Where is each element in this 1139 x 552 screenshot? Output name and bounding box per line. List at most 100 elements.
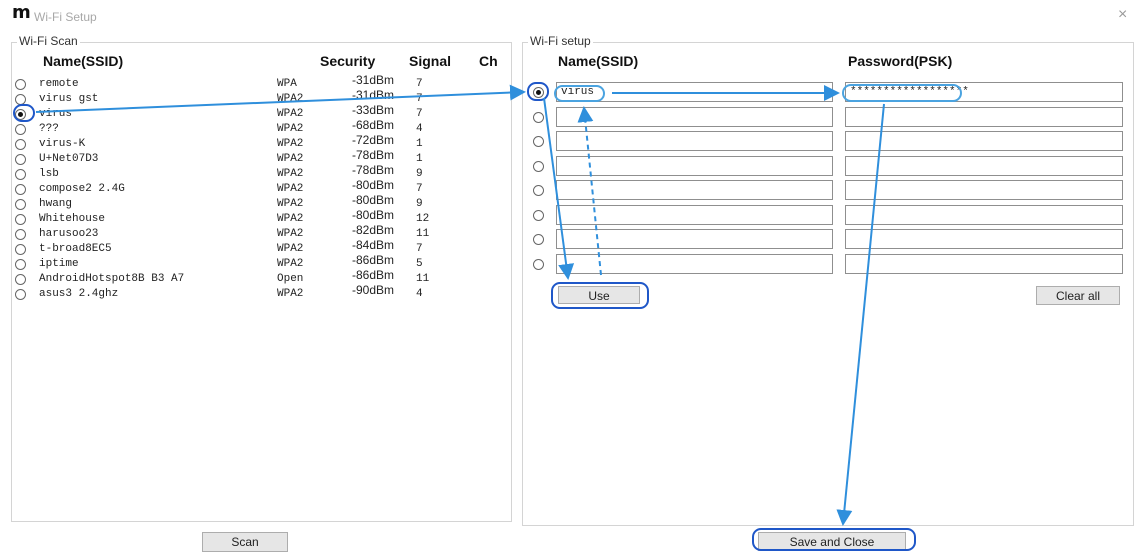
network-channel: 9 xyxy=(416,168,423,180)
scan-button[interactable]: Scan xyxy=(202,532,288,552)
network-ssid: AndroidHotspot8B B3 A7 xyxy=(39,273,185,285)
network-radio[interactable] xyxy=(15,244,26,255)
slot-radio[interactable] xyxy=(533,112,544,123)
slot-ssid-input[interactable] xyxy=(556,156,833,176)
network-ssid: ??? xyxy=(39,123,59,135)
network-channel: 5 xyxy=(416,258,423,270)
slot-ssid-input[interactable] xyxy=(556,254,833,274)
network-radio[interactable] xyxy=(15,154,26,165)
network-ssid: asus3 2.4ghz xyxy=(39,288,119,300)
network-security: WPA2 xyxy=(277,198,304,210)
highlight-slot-selection xyxy=(527,82,549,101)
network-row[interactable]: lsb WPA2 -78dBm 9 xyxy=(12,163,502,182)
slot-psk-input[interactable] xyxy=(845,254,1123,274)
network-signal: -86dBm xyxy=(352,253,395,267)
network-ssid: virus-K xyxy=(39,138,86,150)
slot-psk-input[interactable] xyxy=(845,205,1123,225)
window-title: Wi-Fi Setup xyxy=(34,10,97,24)
slot-ssid-input[interactable] xyxy=(556,180,833,200)
setup-header-password: Password(PSK) xyxy=(848,53,953,69)
network-signal: -31dBm xyxy=(352,88,395,102)
clear-all-button[interactable]: Clear all xyxy=(1036,286,1120,305)
highlight-slot-ssid xyxy=(554,85,605,102)
network-row[interactable]: virus gst WPA2 -31dBm 7 xyxy=(12,88,502,107)
network-channel: 4 xyxy=(416,123,423,135)
scan-header-name: Name(SSID) xyxy=(43,53,124,69)
slot-ssid-input[interactable] xyxy=(556,107,833,127)
network-channel: 9 xyxy=(416,198,423,210)
slot-radio[interactable] xyxy=(533,259,544,270)
network-security: WPA2 xyxy=(277,243,304,255)
network-radio[interactable] xyxy=(15,79,26,90)
network-ssid: lsb xyxy=(39,168,59,180)
network-radio[interactable] xyxy=(15,229,26,240)
slot-radio[interactable] xyxy=(533,234,544,245)
slot-radio[interactable] xyxy=(533,136,544,147)
network-security: WPA2 xyxy=(277,123,304,135)
network-signal: -80dBm xyxy=(352,193,395,207)
network-radio[interactable] xyxy=(15,124,26,135)
slot-psk-input[interactable] xyxy=(845,180,1123,200)
network-row[interactable]: hwang WPA2 -80dBm 9 xyxy=(12,193,502,212)
network-ssid: remote xyxy=(39,78,79,90)
network-radio[interactable] xyxy=(15,184,26,195)
network-channel: 1 xyxy=(416,138,423,150)
network-signal: -72dBm xyxy=(352,133,395,147)
close-icon[interactable]: × xyxy=(1118,6,1127,24)
slot-radio[interactable] xyxy=(533,161,544,172)
network-channel: 12 xyxy=(416,213,430,225)
network-row[interactable]: U+Net07D3 WPA2 -78dBm 1 xyxy=(12,148,502,167)
scan-header-security: Security xyxy=(320,53,376,69)
slot-radio[interactable] xyxy=(533,185,544,196)
network-row[interactable]: compose2 2.4G WPA2 -80dBm 7 xyxy=(12,178,502,197)
network-security: WPA2 xyxy=(277,258,304,270)
network-security: WPA2 xyxy=(277,288,304,300)
network-radio[interactable] xyxy=(15,259,26,270)
network-security: WPA2 xyxy=(277,168,304,180)
network-signal: -68dBm xyxy=(352,118,395,132)
network-signal: -31dBm xyxy=(352,73,395,87)
network-security: WPA2 xyxy=(277,93,304,105)
slot-ssid-input[interactable] xyxy=(556,205,833,225)
network-security: WPA2 xyxy=(277,138,304,150)
slot-radio[interactable] xyxy=(533,210,544,221)
network-radio[interactable] xyxy=(15,169,26,180)
network-row[interactable]: asus3 2.4ghz WPA2 -90dBm 4 xyxy=(12,283,502,302)
network-radio[interactable] xyxy=(15,199,26,210)
network-channel: 11 xyxy=(416,273,430,285)
network-row[interactable]: Whitehouse WPA2 -80dBm 12 xyxy=(12,208,502,227)
network-radio[interactable] xyxy=(15,214,26,225)
network-radio[interactable] xyxy=(15,139,26,150)
network-ssid: virus xyxy=(39,108,73,120)
slot-ssid-input[interactable] xyxy=(556,131,833,151)
highlight-save-and-close xyxy=(752,528,916,551)
network-security: WPA2 xyxy=(277,108,304,120)
network-ssid: U+Net07D3 xyxy=(39,153,99,165)
network-row[interactable]: iptime WPA2 -86dBm 5 xyxy=(12,253,502,272)
slot-psk-input[interactable] xyxy=(845,156,1123,176)
slot-psk-input[interactable] xyxy=(845,131,1123,151)
highlight-use-button xyxy=(551,282,649,309)
network-row[interactable]: ??? WPA2 -68dBm 4 xyxy=(12,118,502,137)
network-channel: 7 xyxy=(416,243,423,255)
network-signal: -80dBm xyxy=(352,208,395,222)
network-channel: 7 xyxy=(416,183,423,195)
network-row[interactable]: virus WPA2 -33dBm 7 xyxy=(12,103,502,122)
wifi-scan-group-label: Wi-Fi Scan xyxy=(17,34,80,48)
network-radio[interactable] xyxy=(15,289,26,300)
slot-ssid-input[interactable] xyxy=(556,229,833,249)
network-security: WPA2 xyxy=(277,213,304,225)
network-signal: -86dBm xyxy=(352,268,395,282)
slot-psk-input[interactable] xyxy=(845,107,1123,127)
network-signal: -78dBm xyxy=(352,163,395,177)
network-row[interactable]: virus-K WPA2 -72dBm 1 xyxy=(12,133,502,152)
slot-psk-input[interactable] xyxy=(845,229,1123,249)
network-security: WPA xyxy=(277,78,297,90)
network-ssid: harusoo23 xyxy=(39,228,99,240)
network-row[interactable]: AndroidHotspot8B B3 A7 Open -86dBm 11 xyxy=(12,268,502,287)
setup-header-name: Name(SSID) xyxy=(558,53,639,69)
network-row[interactable]: harusoo23 WPA2 -82dBm 11 xyxy=(12,223,502,242)
network-row[interactable]: remote WPA -31dBm 7 xyxy=(12,73,502,92)
network-row[interactable]: t-broad8EC5 WPA2 -84dBm 7 xyxy=(12,238,502,257)
network-radio[interactable] xyxy=(15,274,26,285)
